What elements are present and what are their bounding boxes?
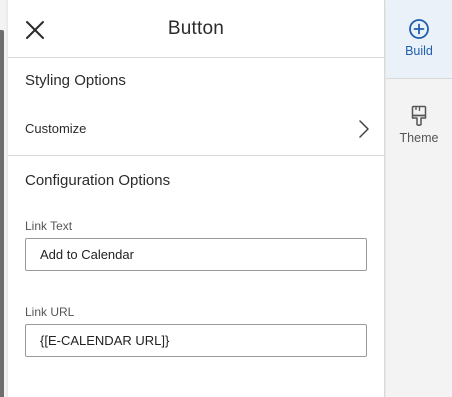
link-url-label: Link URL: [25, 305, 75, 319]
panel-title: Button: [167, 17, 225, 39]
panel-header: Button: [8, 0, 384, 58]
left-scrollbar[interactable]: [0, 30, 4, 397]
link-text-label: Link Text: [25, 219, 73, 233]
link-url-field: Link URL: [8, 305, 384, 357]
button-settings-panel: Button Styling Options Customize Configu…: [8, 0, 385, 397]
configuration-options-title: Configuration Options: [25, 171, 171, 189]
styling-options-title: Styling Options: [25, 71, 126, 89]
paintbrush-icon: [411, 105, 427, 126]
link-text-field: Link Text: [8, 219, 384, 271]
plus-circle-icon: [409, 19, 429, 39]
link-text-input[interactable]: [25, 238, 367, 271]
close-button[interactable]: [22, 17, 48, 43]
customize-row[interactable]: Customize: [8, 102, 384, 156]
rail-item-build[interactable]: Build: [386, 0, 452, 79]
right-nav-rail: Build Theme: [386, 0, 452, 397]
chevron-right-icon: [359, 119, 369, 138]
link-url-input[interactable]: [25, 324, 367, 357]
rail-item-theme[interactable]: Theme: [386, 79, 452, 158]
close-icon: [26, 21, 44, 39]
rail-label-theme: Theme: [399, 131, 439, 145]
rail-label-build: Build: [405, 44, 433, 58]
app-frame: Button Styling Options Customize Configu…: [0, 0, 452, 397]
customize-label: Customize: [25, 121, 87, 136]
